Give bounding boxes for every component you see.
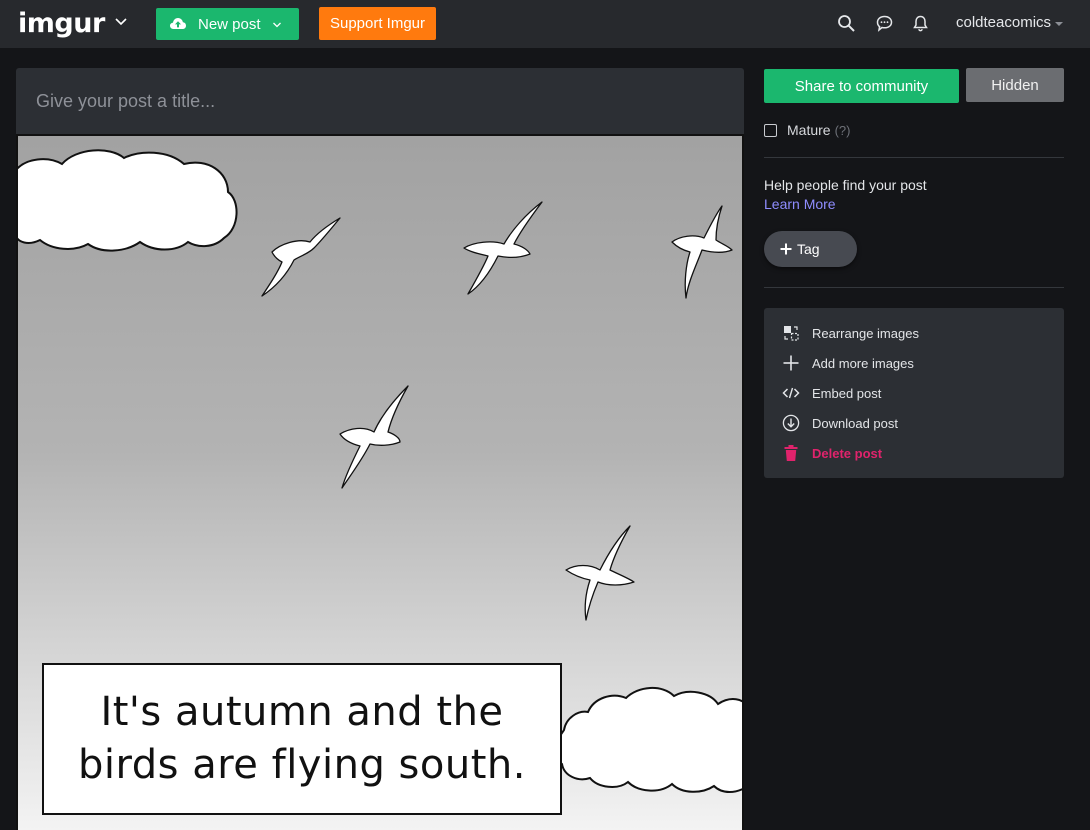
hidden-label: Hidden (991, 76, 1039, 94)
action-label: Add more images (812, 355, 914, 371)
plus-icon (780, 243, 792, 255)
caret-down-icon[interactable] (1055, 22, 1063, 26)
action-label: Embed post (812, 385, 882, 401)
action-label: Rearrange images (812, 325, 919, 341)
download-post-action[interactable]: Download post (782, 413, 1042, 433)
cloud-upload-icon (170, 18, 186, 29)
chat-icon[interactable] (875, 14, 894, 33)
post-title-input[interactable] (36, 87, 716, 115)
support-label: Support Imgur (329, 15, 426, 32)
new-post-button[interactable]: New post (156, 8, 299, 40)
share-to-community-button[interactable]: Share to community (764, 69, 959, 103)
username-menu[interactable]: coldteacomics (956, 14, 1051, 31)
logo-text: imgur (18, 7, 105, 39)
action-label: Download post (812, 415, 898, 431)
chevron-down-icon[interactable] (114, 15, 128, 29)
divider (764, 287, 1064, 288)
add-tag-button[interactable]: Tag (764, 231, 857, 267)
embed-post-action[interactable]: Embed post (782, 383, 1042, 403)
top-navigation: imgur New post Support Imgur coldteacomi… (0, 0, 1090, 48)
tag-label: Tag (797, 241, 820, 257)
rearrange-images-action[interactable]: Rearrange images (782, 323, 1042, 343)
post-title-container (16, 68, 744, 134)
plus-icon (783, 355, 799, 371)
action-label: Delete post (812, 445, 883, 461)
mature-option: Mature (?) (764, 121, 850, 139)
bell-icon[interactable] (911, 14, 930, 33)
caption-text: It's autumn and the birds are flying sou… (78, 689, 526, 788)
rearrange-icon (784, 326, 799, 341)
learn-more-link[interactable]: Learn More (764, 196, 836, 212)
cloud-shape (18, 149, 238, 252)
share-label: Share to community (794, 77, 929, 95)
code-icon (782, 387, 800, 399)
post-actions-panel: Rearrange images Add more images Embed p… (764, 308, 1064, 478)
mature-label: Mature (787, 122, 831, 138)
trash-icon (784, 445, 798, 461)
imgur-logo[interactable]: imgur (18, 6, 105, 40)
new-post-label: New post (198, 16, 261, 33)
support-imgur-button[interactable]: Support Imgur (319, 7, 436, 40)
search-icon[interactable] (837, 14, 856, 33)
add-more-images-action[interactable]: Add more images (782, 353, 1042, 373)
tag-help-text: Help people find your post (764, 177, 927, 193)
post-image: It's autumn and the birds are flying sou… (16, 134, 744, 830)
delete-post-action[interactable]: Delete post (782, 443, 1042, 463)
chevron-down-icon (273, 22, 281, 28)
mature-help-link[interactable]: (?) (835, 123, 851, 138)
download-icon (782, 414, 800, 432)
divider (764, 157, 1064, 158)
mature-checkbox[interactable] (764, 123, 777, 137)
hidden-button[interactable]: Hidden (966, 68, 1064, 102)
caption-box: It's autumn and the birds are flying sou… (42, 663, 562, 815)
